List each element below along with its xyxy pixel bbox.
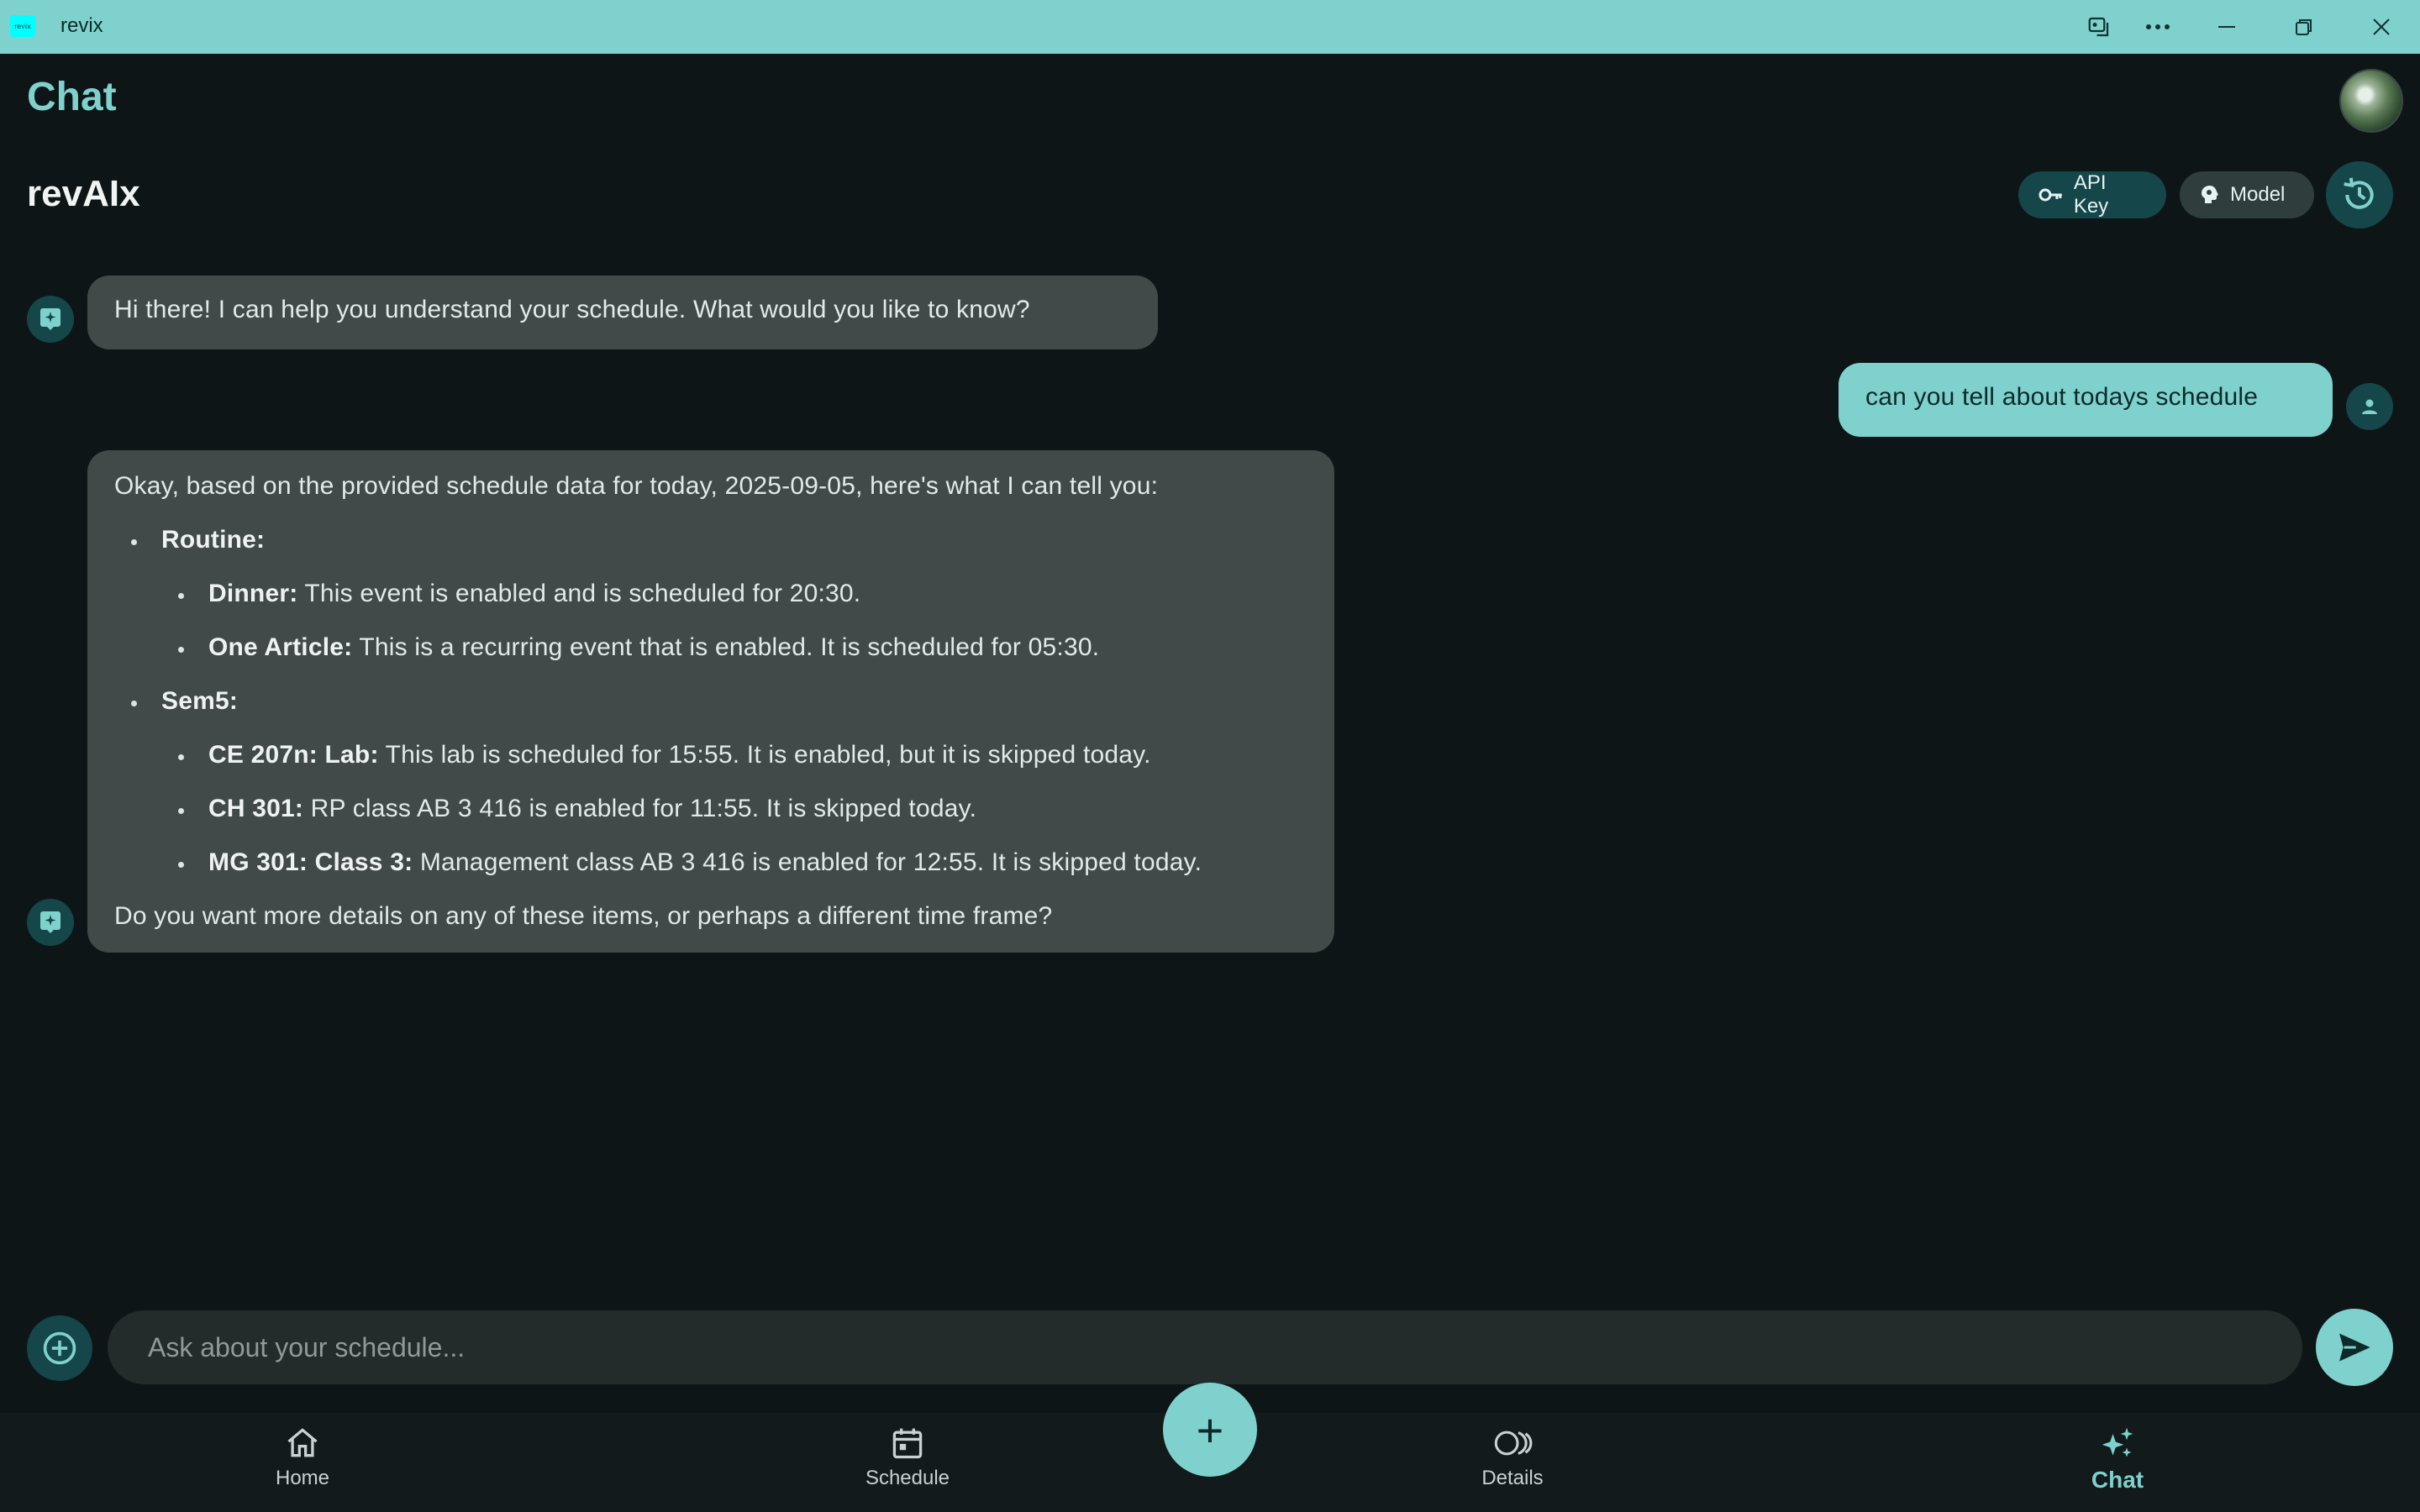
list-item: MG 301: Class 3: Management class AB 3 4… (208, 848, 1202, 876)
history-icon (2344, 177, 2374, 209)
bot-message-bubble: Okay, based on the provided schedule dat… (87, 450, 1334, 953)
nav-home[interactable]: Home (218, 1425, 387, 1500)
user-avatar-icon (2346, 383, 2393, 430)
reply-outro-text: Do you want more details on any of these… (114, 902, 1053, 930)
reply-intro-text: Okay, based on the provided schedule dat… (114, 472, 1159, 500)
bot-greeting-text: Hi there! I can help you understand your… (114, 296, 1030, 323)
avatar[interactable] (2339, 69, 2403, 133)
key-icon (2039, 188, 2062, 202)
details-icon (1494, 1431, 1533, 1456)
bot-avatar-icon (27, 899, 74, 946)
calendar-icon (892, 1428, 923, 1459)
attach-button[interactable] (27, 1315, 92, 1381)
window-title: revix (60, 14, 103, 37)
home-icon (287, 1428, 318, 1457)
bullet (131, 539, 137, 545)
bullet (178, 593, 184, 599)
nav-chat-label: Chat (2091, 1467, 2144, 1493)
user-query-text: can you tell about todays schedule (1865, 383, 2259, 411)
bullet (178, 754, 184, 760)
list-item: One Article: This is a recurring event t… (208, 633, 1100, 661)
restore-icon[interactable] (2265, 0, 2343, 54)
chat-input-container[interactable] (108, 1310, 2302, 1384)
nav-details[interactable]: Details (1428, 1425, 1597, 1500)
routine-heading: Routine: (161, 526, 266, 554)
nav-schedule-label: Schedule (865, 1467, 950, 1489)
send-button[interactable] (2316, 1309, 2393, 1386)
sem-heading: Sem5: (161, 687, 239, 715)
add-fab-button[interactable]: + (1163, 1383, 1257, 1477)
brain-icon (2202, 186, 2218, 203)
page-title: Chat (27, 75, 117, 119)
user-message-bubble: can you tell about todays schedule (1839, 363, 2333, 437)
history-button[interactable] (2326, 161, 2393, 228)
api-key-label: API Key (2073, 171, 2109, 218)
app-logo-icon: revix (10, 15, 35, 37)
bullet (131, 701, 137, 706)
add-circle-icon (43, 1331, 76, 1365)
nav-chat[interactable]: Chat (2033, 1425, 2202, 1500)
window-titlebar: revix revix (0, 0, 2420, 54)
model-button[interactable]: Model (2180, 171, 2314, 218)
model-label: Model (2230, 183, 2286, 206)
chat-input[interactable] (148, 1331, 2302, 1363)
assistant-title: revAIx (27, 173, 140, 214)
list-item: CE 207n: Lab: This lab is scheduled for … (208, 741, 1151, 769)
bot-avatar-icon (27, 296, 74, 343)
more-options-icon[interactable] (2119, 0, 2196, 54)
nav-home-label: Home (275, 1467, 330, 1489)
list-item: CH 301: RP class AB 3 416 is enabled for… (208, 795, 977, 822)
bullet (178, 808, 184, 814)
sparkle-icon (2102, 1427, 2133, 1457)
nav-details-label: Details (1481, 1467, 1544, 1489)
minimize-icon[interactable] (2188, 0, 2265, 54)
bullet (178, 862, 184, 868)
send-icon (2339, 1333, 2370, 1362)
api-key-button[interactable]: API Key (2018, 171, 2166, 218)
bullet (178, 647, 184, 653)
bot-message-bubble: Hi there! I can help you understand your… (87, 276, 1158, 349)
close-icon[interactable] (2343, 0, 2420, 54)
nav-schedule[interactable]: Schedule (823, 1425, 992, 1500)
list-item: Dinner: This event is enabled and is sch… (208, 580, 861, 607)
